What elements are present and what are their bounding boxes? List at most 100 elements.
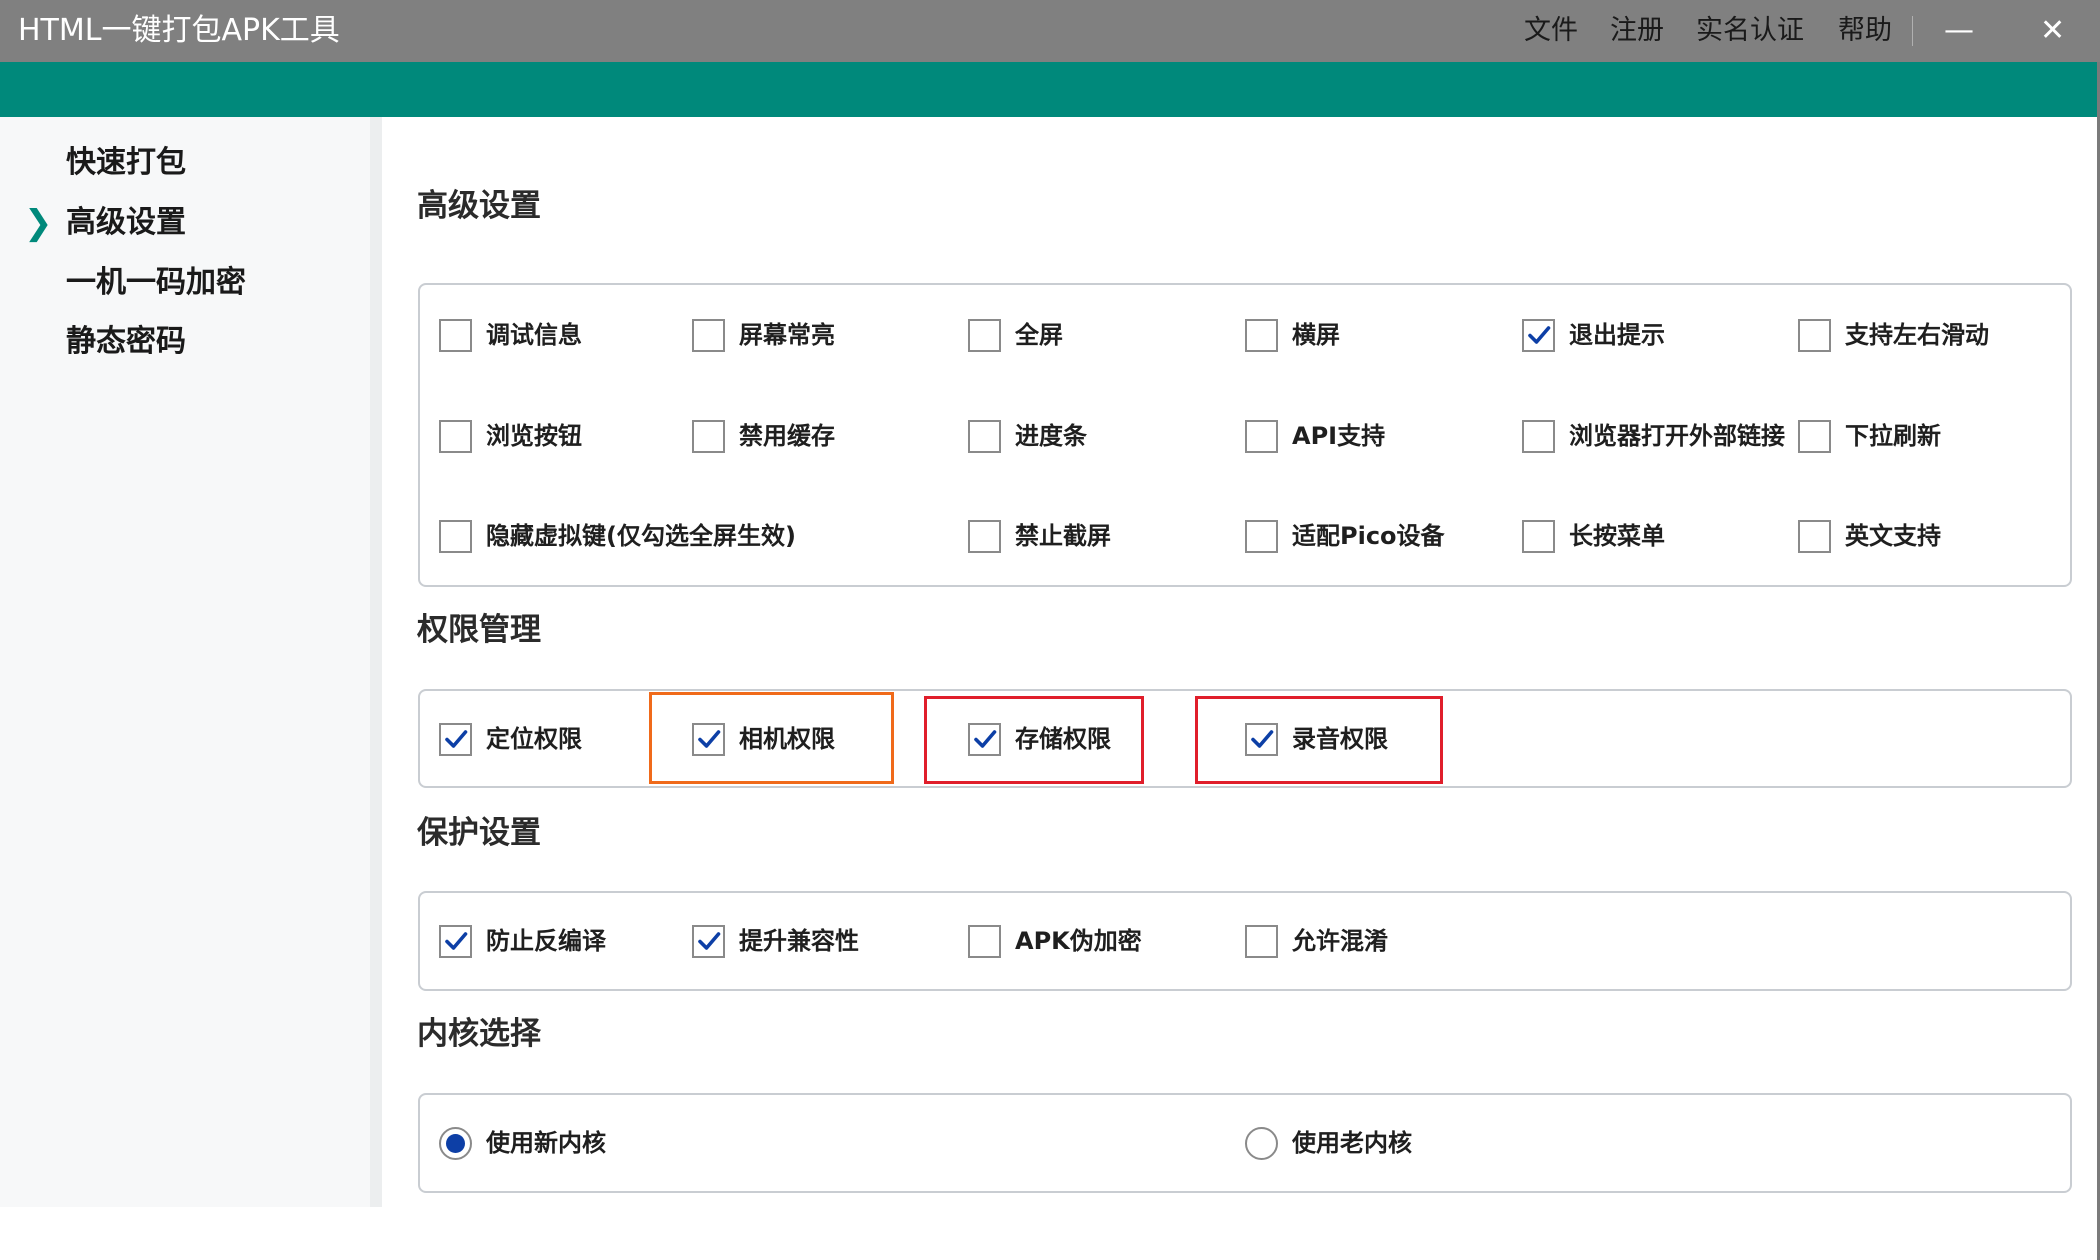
option-checkbox-item[interactable]: 英文支持 bbox=[1798, 518, 1941, 554]
checkbox[interactable] bbox=[1522, 519, 1555, 553]
checkbox[interactable] bbox=[968, 318, 1001, 352]
option-checkbox-item[interactable]: 全屏 bbox=[968, 317, 1063, 353]
checkbox[interactable] bbox=[1522, 419, 1555, 453]
option-label: 使用老内核 bbox=[1292, 1129, 1412, 1157]
titlebar-separator bbox=[1912, 16, 1913, 46]
option-checkbox-item[interactable]: 禁止截屏 bbox=[968, 518, 1111, 554]
accent-band bbox=[0, 62, 2100, 117]
option-checkbox-item[interactable]: 录音权限 bbox=[1245, 721, 1388, 757]
checkmark-icon bbox=[1527, 326, 1550, 344]
checkbox[interactable] bbox=[439, 419, 472, 453]
checkbox[interactable] bbox=[439, 722, 472, 756]
option-label: 长按菜单 bbox=[1569, 522, 1665, 550]
checkbox[interactable] bbox=[1798, 519, 1831, 553]
sidebar-item-quick-pack[interactable]: 快速打包 bbox=[66, 143, 186, 183]
option-checkbox-item[interactable]: 存储权限 bbox=[968, 721, 1111, 757]
option-label: 允许混淆 bbox=[1292, 927, 1388, 955]
sidebar-item-device-encryption[interactable]: 一机一码加密 bbox=[66, 263, 246, 303]
checkbox[interactable] bbox=[439, 519, 472, 553]
option-label: 横屏 bbox=[1292, 321, 1340, 349]
option-checkbox-item[interactable]: 允许混淆 bbox=[1245, 923, 1388, 959]
option-label: 英文支持 bbox=[1845, 522, 1941, 550]
option-checkbox-item[interactable]: 隐藏虚拟键(仅勾选全屏生效) bbox=[439, 518, 796, 554]
option-checkbox-item[interactable]: 退出提示 bbox=[1522, 317, 1665, 353]
option-label: 禁止截屏 bbox=[1015, 522, 1111, 550]
option-label: 防止反编译 bbox=[486, 927, 606, 955]
menu-help[interactable]: 帮助 bbox=[1838, 14, 1892, 48]
checkmark-icon bbox=[697, 932, 720, 950]
checkbox[interactable] bbox=[1798, 318, 1831, 352]
option-checkbox-item[interactable]: 屏幕常亮 bbox=[692, 317, 835, 353]
app-title: HTML一键打包APK工具 bbox=[18, 13, 340, 48]
radio-button[interactable] bbox=[439, 1126, 472, 1160]
sidebar-item-static-password[interactable]: 静态密码 bbox=[66, 322, 186, 362]
option-label: 浏览按钮 bbox=[486, 422, 582, 450]
checkbox[interactable] bbox=[692, 419, 725, 453]
option-label: 相机权限 bbox=[739, 725, 835, 753]
checkbox[interactable] bbox=[439, 924, 472, 958]
kernel-option[interactable]: 使用新内核 bbox=[439, 1125, 606, 1161]
menu-register[interactable]: 注册 bbox=[1610, 14, 1664, 48]
checkbox[interactable] bbox=[1245, 924, 1278, 958]
section-title-permissions: 权限管理 bbox=[417, 612, 541, 648]
option-checkbox-item[interactable]: 禁用缓存 bbox=[692, 418, 835, 454]
option-checkbox-item[interactable]: 相机权限 bbox=[692, 721, 835, 757]
option-checkbox-item[interactable]: API支持 bbox=[1245, 418, 1385, 454]
option-checkbox-item[interactable]: 提升兼容性 bbox=[692, 923, 859, 959]
option-label: APK伪加密 bbox=[1015, 927, 1142, 955]
option-label: 提升兼容性 bbox=[739, 927, 859, 955]
option-checkbox-item[interactable]: 长按菜单 bbox=[1522, 518, 1665, 554]
option-label: 浏览器打开外部链接 bbox=[1569, 422, 1785, 450]
section-title-kernel: 内核选择 bbox=[417, 1016, 541, 1052]
sidebar-divider bbox=[370, 117, 382, 1207]
section-title-advanced: 高级设置 bbox=[417, 188, 541, 224]
option-checkbox-item[interactable]: 下拉刷新 bbox=[1798, 418, 1941, 454]
checkbox[interactable] bbox=[692, 318, 725, 352]
option-checkbox-item[interactable]: 支持左右滑动 bbox=[1798, 317, 1989, 353]
active-chevron-icon: ❯ bbox=[24, 203, 53, 243]
option-checkbox-item[interactable]: 进度条 bbox=[968, 418, 1087, 454]
option-checkbox-item[interactable]: 浏览器打开外部链接 bbox=[1522, 418, 1785, 454]
close-icon[interactable]: ✕ bbox=[2040, 14, 2065, 48]
radio-selected-dot-icon bbox=[446, 1133, 465, 1153]
minimize-icon[interactable]: — bbox=[1944, 14, 1974, 48]
option-checkbox-item[interactable]: 定位权限 bbox=[439, 721, 582, 757]
checkbox[interactable] bbox=[968, 419, 1001, 453]
checkbox[interactable] bbox=[1245, 722, 1278, 756]
option-label: 适配Pico设备 bbox=[1292, 522, 1445, 550]
option-label: 使用新内核 bbox=[486, 1129, 606, 1157]
radio-button[interactable] bbox=[1245, 1126, 1278, 1160]
option-checkbox-item[interactable]: 适配Pico设备 bbox=[1245, 518, 1445, 554]
checkbox[interactable] bbox=[439, 318, 472, 352]
checkbox[interactable] bbox=[1245, 318, 1278, 352]
checkmark-icon bbox=[444, 932, 467, 950]
checkbox[interactable] bbox=[968, 519, 1001, 553]
option-label: 支持左右滑动 bbox=[1845, 321, 1989, 349]
checkbox[interactable] bbox=[968, 722, 1001, 756]
checkmark-icon bbox=[697, 730, 720, 748]
title-bar: HTML一键打包APK工具 文件 注册 实名认证 帮助 — ✕ bbox=[0, 0, 2100, 62]
checkbox[interactable] bbox=[1245, 519, 1278, 553]
checkbox[interactable] bbox=[1522, 318, 1555, 352]
sidebar-item-advanced-settings[interactable]: 高级设置 bbox=[66, 203, 186, 243]
option-label: API支持 bbox=[1292, 422, 1386, 450]
option-checkbox-item[interactable]: APK伪加密 bbox=[968, 923, 1142, 959]
option-label: 存储权限 bbox=[1015, 725, 1111, 753]
checkmark-icon bbox=[973, 730, 996, 748]
menu-file[interactable]: 文件 bbox=[1524, 14, 1578, 48]
option-label: 禁用缓存 bbox=[739, 422, 835, 450]
checkbox[interactable] bbox=[1245, 419, 1278, 453]
menu-realname-verify[interactable]: 实名认证 bbox=[1696, 14, 1804, 48]
checkbox[interactable] bbox=[692, 722, 725, 756]
option-label: 定位权限 bbox=[486, 725, 582, 753]
checkbox[interactable] bbox=[692, 924, 725, 958]
checkbox[interactable] bbox=[968, 924, 1001, 958]
checkmark-icon bbox=[1250, 730, 1273, 748]
option-label: 全屏 bbox=[1015, 321, 1063, 349]
option-checkbox-item[interactable]: 浏览按钮 bbox=[439, 418, 582, 454]
option-checkbox-item[interactable]: 横屏 bbox=[1245, 317, 1340, 353]
kernel-option[interactable]: 使用老内核 bbox=[1245, 1125, 1412, 1161]
option-checkbox-item[interactable]: 防止反编译 bbox=[439, 923, 606, 959]
option-checkbox-item[interactable]: 调试信息 bbox=[439, 317, 582, 353]
checkbox[interactable] bbox=[1798, 419, 1831, 453]
